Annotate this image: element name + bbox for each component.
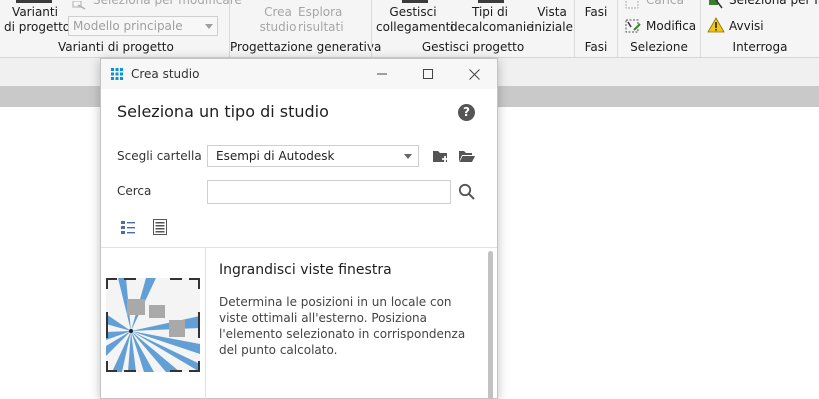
- study-item-title[interactable]: Ingrandisci viste finestra: [219, 262, 392, 278]
- minimize-icon: [377, 73, 387, 75]
- explore-results-label-2: risultati: [298, 20, 344, 34]
- list-divider: [101, 247, 497, 248]
- dialog-heading: Seleziona un tipo di studio: [117, 102, 329, 121]
- folder-select[interactable]: Esempi di Autodesk: [207, 145, 419, 167]
- design-options-button[interactable]: Varianti di progetto: [4, 5, 71, 35]
- list-view-icon[interactable]: [121, 220, 135, 234]
- select-to-edit-icon: [72, 0, 86, 15]
- chevron-down-icon: [205, 24, 213, 29]
- main-model-value: Modello principale: [73, 19, 183, 33]
- warnings-button[interactable]: Avvisi: [729, 19, 764, 34]
- minimize-button[interactable]: [359, 59, 405, 89]
- design-options-icon: [16, 0, 52, 3]
- design-options-label-2: di progetto: [4, 20, 71, 34]
- group-label-generative-design: Progettazione generativa: [230, 40, 382, 54]
- create-study-label-2: studio: [259, 20, 297, 34]
- chevron-down-icon: [404, 154, 412, 159]
- starting-view-label-2: iniziale: [531, 20, 573, 34]
- group-label-inquiry: Interroga: [732, 40, 788, 54]
- select-to-edit-button[interactable]: Seleziona per modificare: [93, 0, 242, 8]
- group-label-manage-project: Gestisci progetto: [421, 40, 525, 54]
- starting-view-button[interactable]: Vista iniziale: [530, 5, 574, 35]
- dialog-titlebar[interactable]: Crea studio: [101, 59, 497, 89]
- new-folder-icon[interactable]: [432, 148, 450, 164]
- dialog-title: Crea studio: [131, 67, 200, 81]
- list-scrollbar[interactable]: [488, 251, 493, 399]
- select-by-id-button[interactable]: Seleziona per ID: [729, 0, 819, 8]
- group-label-phases: Fasi: [584, 40, 608, 54]
- create-study-label-1: Crea: [264, 5, 292, 19]
- details-view-icon[interactable]: [153, 219, 167, 235]
- apps-grid-icon: [111, 68, 123, 80]
- create-study-dialog: Crea studio Seleziona un tipo di studio …: [100, 58, 498, 399]
- load-selection-icon: [625, 0, 639, 13]
- search-label: Cerca: [117, 184, 152, 198]
- folder-select-value: Esempi di Autodesk: [216, 149, 335, 163]
- folder-label: Scegli cartella: [117, 149, 202, 163]
- explore-results-button[interactable]: Esplora risultati: [298, 5, 344, 35]
- study-item-description: Determina le posizioni in un locale con …: [219, 295, 466, 357]
- close-button[interactable]: [451, 59, 497, 89]
- group-label-design-options: Varianti di progetto: [58, 40, 174, 54]
- help-icon[interactable]: ?: [458, 104, 475, 121]
- manage-links-button[interactable]: Gestisci collegamenti: [376, 5, 454, 35]
- edit-selection-icon: [625, 18, 641, 38]
- load-selection-button[interactable]: Carica: [646, 0, 684, 8]
- main-model-select[interactable]: Modello principale: [68, 16, 218, 36]
- maximize-button[interactable]: [405, 59, 451, 89]
- decal-types-label-2: decalcomanie: [450, 20, 534, 34]
- decal-types-button[interactable]: Tipi di decalcomanie: [450, 5, 534, 35]
- starting-view-label-1: Vista: [537, 5, 567, 19]
- study-thumbnail[interactable]: [106, 278, 200, 372]
- group-label-selection: Selezione: [630, 40, 688, 54]
- ribbon: Varianti di progetto Seleziona per modif…: [0, 0, 819, 58]
- decal-types-icon: [478, 0, 504, 3]
- search-input[interactable]: [207, 180, 451, 204]
- open-folder-icon[interactable]: [458, 148, 476, 164]
- list-column-divider: [205, 248, 206, 399]
- design-options-label-1: Varianti: [12, 5, 58, 19]
- decal-types-label-1: Tipi di: [471, 5, 508, 19]
- phases-button[interactable]: Fasi: [580, 5, 612, 20]
- create-study-button[interactable]: Crea studio: [258, 5, 298, 35]
- explore-results-label-1: Esplora: [298, 5, 343, 19]
- close-icon: [468, 68, 480, 80]
- warning-icon: [707, 17, 725, 37]
- edit-selection-button[interactable]: Modifica: [646, 19, 696, 34]
- select-by-id-icon: [708, 0, 724, 13]
- manage-links-label-1: Gestisci: [389, 5, 437, 19]
- maximize-icon: [423, 69, 433, 79]
- manage-links-label-2: collegamenti: [376, 20, 454, 34]
- manage-links-icon: [402, 0, 428, 3]
- search-icon[interactable]: [458, 183, 476, 201]
